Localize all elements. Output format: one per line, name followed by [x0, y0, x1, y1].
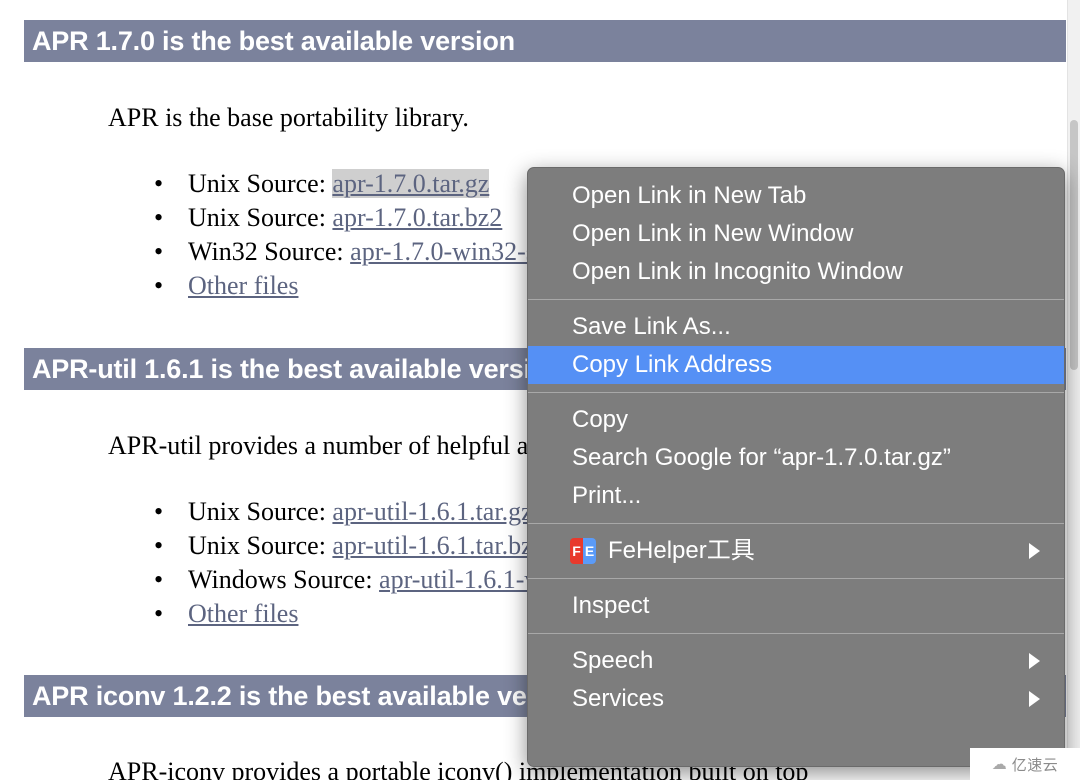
menu-item-inspect[interactable]: Inspect [528, 587, 1064, 625]
menu-item-services[interactable]: Services [528, 680, 1064, 718]
list-item-label: Unix Source: [188, 169, 333, 198]
menu-item-label: Speech [572, 647, 654, 674]
menu-item-save-link-as[interactable]: Save Link As... [528, 308, 1064, 346]
other-files-link[interactable]: Other files [188, 599, 298, 628]
menu-item-label: Copy [572, 406, 629, 433]
menu-item-label: Services [572, 685, 665, 712]
section-paragraph-apr: APR is the base portability library. [108, 103, 469, 132]
menu-separator [528, 523, 1064, 524]
list-item-label: Unix Source: [188, 497, 333, 526]
menu-item-open-link-incognito[interactable]: Open Link in Incognito Window [528, 253, 1064, 291]
chevron-right-icon [1029, 543, 1040, 559]
fehelper-icon-right-letter: E [583, 538, 596, 564]
watermark-text: 亿速云 [1011, 756, 1059, 774]
fehelper-icon: FE [570, 538, 596, 564]
menu-item-open-link-new-window[interactable]: Open Link in New Window [528, 215, 1064, 253]
list-item-label: Unix Source: [188, 203, 333, 232]
cloud-icon: ☁ [991, 756, 1007, 773]
chevron-right-icon [1029, 653, 1040, 669]
menu-separator [528, 392, 1064, 393]
list-item-label: Windows Source: [188, 565, 380, 594]
download-link[interactable]: apr-util-1.6.1.tar.bz2 [332, 531, 545, 560]
menu-item-label: Open Link in New Window [572, 220, 854, 247]
list-item-label: Win32 Source: [188, 237, 351, 266]
page-scrollbar[interactable] [1067, 0, 1080, 780]
watermark: ☁ 亿速云 [970, 748, 1080, 780]
menu-item-label: Copy Link Address [572, 351, 773, 378]
download-link[interactable]: apr-util-1.6.1.tar.gz [332, 497, 532, 526]
menu-item-label: Save Link As... [572, 313, 731, 340]
menu-item-search-google[interactable]: Search Google for “apr-1.7.0.tar.gz” [528, 439, 1064, 477]
menu-item-speech[interactable]: Speech [528, 642, 1064, 680]
list-item-label: Unix Source: [188, 531, 333, 560]
menu-separator [528, 578, 1064, 579]
menu-separator [528, 633, 1064, 634]
fehelper-icon-left-letter: F [570, 538, 583, 564]
menu-item-label: Open Link in Incognito Window [572, 258, 903, 285]
other-files-link[interactable]: Other files [188, 271, 298, 300]
download-link[interactable]: apr-1.7.0.tar.bz2 [332, 203, 502, 232]
page-scrollbar-thumb[interactable] [1070, 120, 1078, 370]
menu-item-label: Inspect [572, 592, 650, 619]
menu-item-copy-link-address[interactable]: Copy Link Address [528, 346, 1064, 384]
section-heading-apr: APR 1.7.0 is the best available version [24, 20, 1066, 62]
chevron-right-icon [1029, 691, 1040, 707]
menu-item-label: FeHelper工具 [608, 537, 755, 564]
menu-item-open-link-new-tab[interactable]: Open Link in New Tab [528, 177, 1064, 215]
menu-item-label: Open Link in New Tab [572, 182, 807, 209]
context-menu[interactable]: Open Link in New Tab Open Link in New Wi… [527, 167, 1065, 767]
menu-item-fehelper[interactable]: FE FeHelper工具 [528, 532, 1064, 570]
menu-separator [528, 299, 1064, 300]
menu-item-label: Print... [572, 482, 642, 509]
menu-item-copy[interactable]: Copy [528, 401, 1064, 439]
browser-page-with-context-menu: APR 1.7.0 is the best available version … [0, 0, 1080, 780]
menu-item-label: Search Google for “apr-1.7.0.tar.gz” [572, 444, 951, 471]
menu-item-print[interactable]: Print... [528, 477, 1064, 515]
download-link[interactable]: apr-1.7.0.tar.gz [332, 169, 490, 198]
